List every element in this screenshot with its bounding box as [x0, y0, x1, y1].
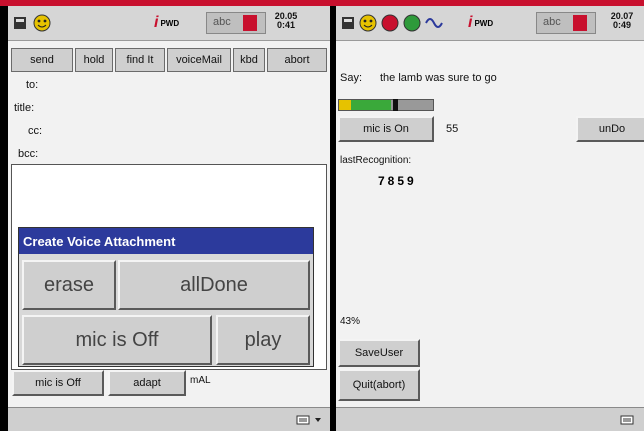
mic-on-button[interactable]: mic is On [338, 116, 434, 142]
title-label: title: [14, 102, 35, 114]
mic-level-value: 55 [446, 123, 459, 135]
level-meter-marker [393, 99, 398, 111]
last-recognition-value: 7859 [378, 174, 417, 188]
all-done-button[interactable]: allDone [118, 260, 310, 310]
right-sip-bar [336, 407, 644, 431]
to-field[interactable] [54, 78, 324, 94]
signal-red-icon [573, 15, 587, 31]
quit-abort-button[interactable]: Quit(abort) [338, 369, 420, 401]
erase-button[interactable]: erase [22, 260, 116, 310]
right-screen: i PWD abc 20.07 0:49 Say: the lamb was s… [336, 6, 644, 431]
left-sip-bar [8, 407, 330, 431]
cc-field[interactable] [54, 124, 324, 140]
voicemail-button[interactable]: voiceMail [167, 48, 231, 72]
battery-i-icon: i [154, 14, 159, 31]
adapt-button[interactable]: adapt [108, 370, 186, 396]
progress-percent: 43% [340, 316, 361, 327]
bottom-mic-button[interactable]: mic is Off [12, 370, 104, 396]
start-menu-icon[interactable] [340, 14, 358, 32]
signal-indicator: abc [536, 12, 596, 34]
right-status-bar: i PWD abc 20.07 0:49 [336, 6, 644, 41]
dialog-mic-button[interactable]: mic is Off [22, 315, 212, 365]
smiley-icon[interactable] [32, 13, 52, 33]
level-meter-yellow [339, 100, 351, 110]
pwd-badge: PWD [474, 18, 494, 28]
title-field[interactable] [54, 101, 324, 117]
dialog-title: Create Voice Attachment [19, 228, 313, 254]
save-user-button[interactable]: SaveUser [338, 339, 420, 367]
pwd-badge: PWD [160, 18, 180, 28]
sip-arrow-icon[interactable] [313, 413, 323, 427]
bcc-field[interactable] [54, 147, 324, 163]
send-button[interactable]: send [11, 48, 73, 72]
left-screen: i PWD abc 20.05 0:41 send hold find It v… [8, 6, 330, 431]
signal-text: abc [213, 16, 231, 28]
level-meter-green [351, 100, 391, 110]
clock-time: 0:41 [276, 20, 295, 30]
hold-button[interactable]: hold [75, 48, 113, 72]
say-label: Say: [340, 72, 363, 84]
keyboard-icon[interactable] [296, 413, 310, 427]
status-clock: 20.05 0:41 [266, 12, 306, 30]
cc-label: cc: [28, 125, 43, 137]
undo-button[interactable]: unDo [576, 116, 644, 142]
keyboard-icon[interactable] [620, 413, 634, 427]
smiley-icon[interactable] [358, 13, 378, 33]
status-clock: 20.07 0:49 [602, 12, 642, 30]
signal-red-icon [243, 15, 257, 31]
mode-label: mAL [190, 375, 211, 386]
play-button[interactable]: play [216, 315, 310, 365]
last-recognition-label: lastRecognition: [340, 155, 412, 166]
battery-i-icon: i [468, 14, 473, 31]
signal-indicator: abc [206, 12, 266, 34]
clock-time: 0:49 [612, 20, 631, 30]
voice-attachment-dialog: Create Voice Attachment erase allDone mi… [18, 227, 314, 367]
to-label: to: [26, 79, 39, 91]
kbd-button[interactable]: kbd [233, 48, 265, 72]
signal-text: abc [543, 16, 561, 28]
bcc-label: bcc: [18, 148, 39, 160]
find-it-button[interactable]: find It [115, 48, 165, 72]
abort-button[interactable]: abort [267, 48, 327, 72]
record-icon[interactable] [380, 13, 400, 33]
start-menu-icon[interactable] [12, 14, 30, 32]
left-status-bar: i PWD abc 20.05 0:41 [8, 6, 330, 41]
battery-badge: i PWD [468, 14, 512, 32]
battery-badge: i PWD [154, 14, 198, 32]
audio-level-meter [338, 99, 434, 111]
waveform-icon [424, 13, 444, 33]
say-prompt-text: the lamb was sure to go [380, 72, 497, 84]
go-icon[interactable] [402, 13, 422, 33]
